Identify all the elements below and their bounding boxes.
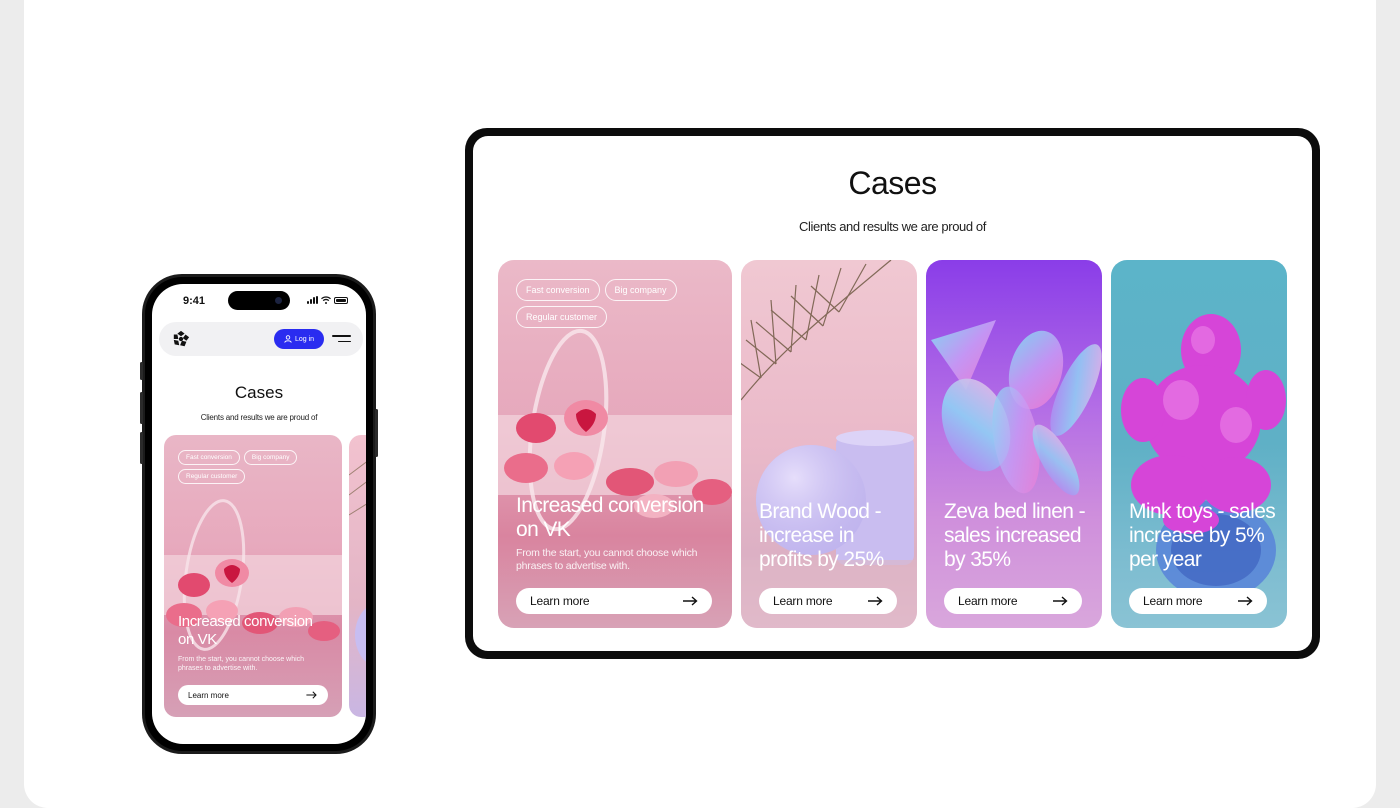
- status-time: 9:41: [183, 295, 206, 307]
- phone-mockup: 9:41 Log in Cases Clients and results we…: [140, 274, 378, 754]
- mobile-case-card[interactable]: Fast conversion Big company Regular cust…: [164, 435, 342, 717]
- arrow-right-icon: [306, 691, 317, 699]
- furry-chair-image: [1121, 314, 1286, 600]
- arrow-right-icon: [683, 596, 698, 606]
- learn-more-button[interactable]: Learn more: [1129, 588, 1267, 614]
- tag-regular-customer[interactable]: Regular customer: [178, 469, 246, 484]
- dynamic-island: [228, 291, 290, 310]
- wifi-icon: [321, 296, 331, 304]
- tag-fast-conversion[interactable]: Fast conversion: [516, 279, 600, 301]
- hamburger-menu-icon[interactable]: [332, 335, 351, 346]
- mobile-page-title: Cases: [234, 383, 284, 402]
- palm-leaf-image: [741, 260, 917, 628]
- phone-side-button: [140, 362, 143, 380]
- page-subtitle: Clients and results we are proud of: [799, 219, 986, 234]
- mobile-card-description: From the start, you cannot choose which …: [178, 656, 305, 672]
- learn-more-button[interactable]: Learn more: [944, 588, 1082, 614]
- arrow-right-icon: [1238, 596, 1253, 606]
- tablet-screen: Cases Clients and results we are proud o…: [473, 136, 1312, 651]
- case-card-zeva-bed-linen[interactable]: Zeva bed linen - sales increased by 35% …: [926, 260, 1102, 628]
- login-button[interactable]: Log in: [274, 329, 324, 349]
- page-title: Cases: [848, 165, 937, 201]
- mobile-card-title: Increased conversion on VK: [178, 613, 313, 648]
- learn-more-label: Learn more: [1143, 594, 1203, 608]
- learn-more-button[interactable]: Learn more: [759, 588, 897, 614]
- tablet-mockup: Cases Clients and results we are proud o…: [465, 128, 1320, 659]
- tag-big-company[interactable]: Big company: [243, 450, 298, 465]
- tag-big-company[interactable]: Big company: [604, 279, 677, 301]
- learn-more-button[interactable]: Learn more: [516, 588, 712, 614]
- mobile-tag-list: Fast conversion Big company Regular cust…: [178, 450, 328, 484]
- abstract-3d-shapes-image: [931, 320, 1102, 496]
- mobile-next-card-peek[interactable]: [349, 435, 366, 717]
- signal-icon: [307, 296, 318, 304]
- case-card-vk-conversion[interactable]: Fast conversion Big company Regular cust…: [498, 260, 732, 628]
- phone-power-button: [375, 409, 378, 457]
- learn-more-label: Learn more: [773, 594, 833, 608]
- learn-more-label: Learn more: [530, 594, 590, 608]
- case-card-brand-wood[interactable]: Brand Wood - increase in profits by 25% …: [741, 260, 917, 628]
- login-label: Log in: [294, 335, 315, 343]
- phone-volume-up: [140, 392, 143, 424]
- case-card-mink-toys[interactable]: Mink toys - sales increase by 5% per yea…: [1111, 260, 1287, 628]
- tag-regular-customer[interactable]: Regular customer: [516, 306, 608, 328]
- status-bar: 9:41: [152, 284, 366, 318]
- palm-leaf-image: [349, 461, 366, 662]
- presentation-canvas: 9:41 Log in Cases Clients and results we…: [24, 0, 1376, 808]
- user-icon: [284, 335, 292, 343]
- card-title: Increased conversion on VK: [516, 494, 704, 541]
- card-title: Brand Wood - increase in profits by 25%: [759, 500, 884, 571]
- phone-volume-down: [140, 432, 143, 464]
- mobile-learn-more-button[interactable]: Learn more: [178, 685, 328, 705]
- learn-more-label: Learn more: [188, 690, 229, 700]
- card-description: From the start, you cannot choose which …: [516, 547, 698, 572]
- tag-list: Fast conversion Big company Regular cust…: [516, 279, 716, 328]
- card-title: Mink toys - sales increase by 5% per yea…: [1129, 500, 1276, 571]
- phone-screen: 9:41 Log in Cases Clients and results we…: [152, 284, 366, 744]
- mobile-page-subtitle: Clients and results we are proud of: [200, 413, 318, 422]
- brand-logo-icon[interactable]: [172, 330, 190, 348]
- card-title: Zeva bed linen - sales increased by 35%: [944, 500, 1086, 571]
- mobile-navbar: Log in: [159, 322, 363, 356]
- arrow-right-icon: [868, 596, 883, 606]
- battery-icon: [334, 296, 348, 304]
- tag-fast-conversion[interactable]: Fast conversion: [178, 450, 240, 465]
- arrow-right-icon: [1053, 596, 1068, 606]
- learn-more-label: Learn more: [958, 594, 1018, 608]
